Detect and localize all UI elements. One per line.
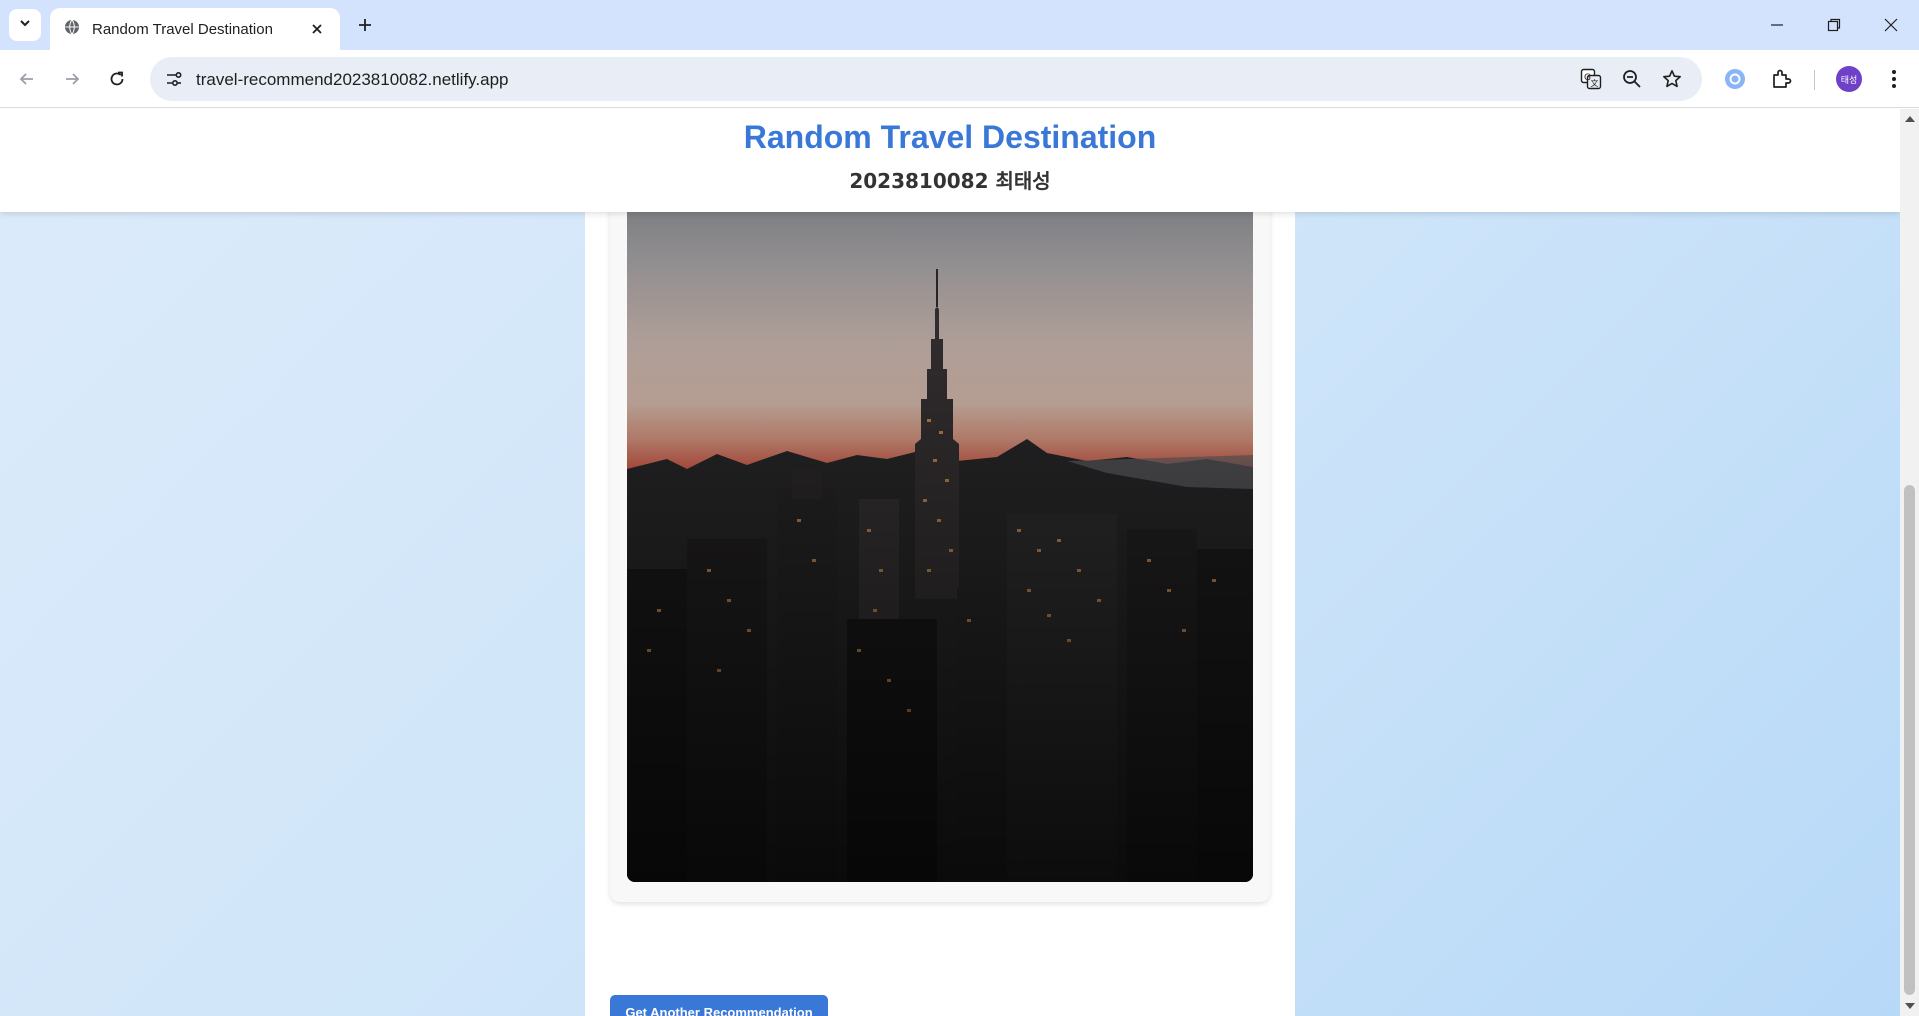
restore-button[interactable]: [1805, 0, 1863, 50]
site-info-icon: [167, 71, 182, 87]
zoom-out-icon: [1623, 70, 1641, 88]
reload-button[interactable]: [99, 61, 135, 97]
photo-frame: [610, 169, 1270, 902]
get-another-recommendation-button[interactable]: Get Another Recommendation: [610, 995, 828, 1016]
tab-close-button[interactable]: [306, 18, 328, 40]
minimize-icon: [1771, 24, 1783, 26]
plus-icon: [359, 19, 371, 31]
bookmark-button[interactable]: [1660, 67, 1684, 91]
reload-icon: [110, 71, 124, 86]
menu-icon: [1892, 70, 1896, 88]
chrome-menu-button[interactable]: [1878, 63, 1910, 95]
svg-text:文: 文: [1591, 78, 1599, 88]
new-tab-button[interactable]: [351, 11, 379, 39]
site-header: Random Travel Destination 2023810082 최태성: [0, 109, 1900, 212]
forward-icon: [66, 73, 80, 85]
forward-button[interactable]: [54, 61, 90, 97]
page-title: Random Travel Destination: [743, 119, 1157, 155]
close-window-button[interactable]: [1862, 0, 1919, 50]
page-subtitle: 2023810082 최태성: [849, 169, 1051, 193]
url-text: travel-recommend2023810082.netlify.app: [196, 70, 509, 89]
translate-button[interactable]: G文: [1579, 67, 1603, 91]
close-icon: [1884, 18, 1898, 32]
extensions-icon: [1773, 69, 1792, 88]
back-button[interactable]: [9, 61, 45, 97]
page-scrollbar[interactable]: [1900, 109, 1919, 1016]
globe-icon: [64, 19, 80, 40]
scroll-up-arrow-icon[interactable]: [1905, 116, 1915, 122]
toolbar-divider: [1814, 70, 1815, 90]
restore-icon: [1827, 18, 1841, 32]
close-icon: [312, 24, 322, 34]
star-icon: [1663, 70, 1681, 88]
profile-avatar[interactable]: 태성: [1836, 66, 1862, 92]
zoom-button[interactable]: [1620, 67, 1644, 91]
page-viewport: Random Travel Destination 2023810082 최태성: [0, 109, 1900, 1016]
lens-icon: [1725, 69, 1745, 89]
browser-toolbar: travel-recommend2023810082.netlify.app G…: [0, 50, 1919, 108]
translate-icon: G文: [1580, 68, 1602, 90]
chevron-down-icon: [18, 16, 32, 35]
tab-title: Random Travel Destination: [92, 20, 273, 38]
back-icon: [19, 73, 33, 85]
site-info-button[interactable]: [160, 65, 188, 93]
extensions-button[interactable]: [1765, 63, 1797, 95]
tab-strip: Random Travel Destination: [0, 0, 1919, 50]
destination-photo: [627, 169, 1253, 882]
lens-extension-button[interactable]: [1719, 63, 1751, 95]
scroll-down-arrow-icon[interactable]: [1905, 1003, 1915, 1009]
minimize-button[interactable]: [1748, 0, 1806, 50]
address-bar[interactable]: travel-recommend2023810082.netlify.app G…: [150, 57, 1702, 101]
tab-active[interactable]: Random Travel Destination: [50, 8, 340, 50]
tab-search-button[interactable]: [9, 9, 41, 41]
destination-card: Get Another Recommendation: [585, 169, 1295, 1016]
scroll-thumb[interactable]: [1904, 485, 1915, 995]
